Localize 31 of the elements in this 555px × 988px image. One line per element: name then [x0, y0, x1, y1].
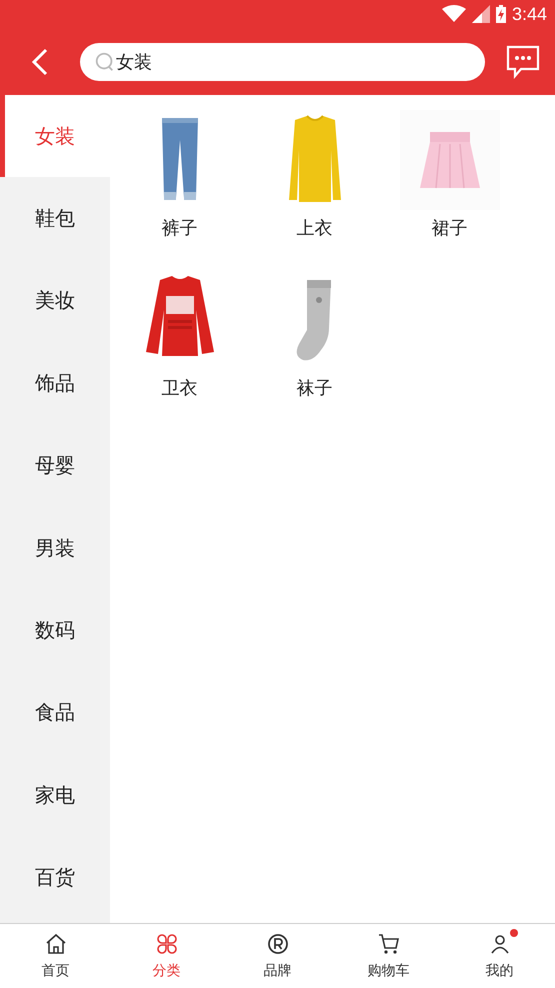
- search-icon: [94, 50, 116, 72]
- category-item[interactable]: 食品: [0, 672, 110, 754]
- category-item[interactable]: 数码: [0, 589, 110, 672]
- wifi-icon: [442, 5, 466, 23]
- battery-charging-icon: [496, 5, 506, 23]
- registered-icon: [266, 932, 290, 956]
- tab-item[interactable]: 购物车: [333, 924, 444, 988]
- signal-icon: [472, 5, 490, 23]
- product-label[interactable]: 袜子: [296, 376, 332, 400]
- product-label[interactable]: 裤子: [162, 216, 198, 240]
- category-item[interactable]: 母婴: [0, 424, 110, 507]
- home-icon: [44, 932, 68, 956]
- clock-time: 3:44: [512, 4, 547, 24]
- product-label[interactable]: 卫衣: [162, 376, 198, 400]
- category-item[interactable]: 百货: [0, 836, 110, 919]
- category-item[interactable]: 饰品: [0, 342, 110, 425]
- tab-item[interactable]: 分类: [111, 924, 222, 988]
- category-item[interactable]: 女装: [0, 95, 110, 178]
- product-label[interactable]: 裙子: [432, 216, 468, 240]
- category-item[interactable]: 鞋包: [0, 177, 110, 260]
- category-item[interactable]: 美妆: [0, 260, 110, 342]
- category-item[interactable]: 家电: [0, 754, 110, 837]
- chat-icon[interactable]: [505, 44, 541, 80]
- tab-item[interactable]: 首页: [0, 924, 111, 988]
- category-item[interactable]: 男装: [0, 506, 110, 590]
- clover-icon: [154, 932, 178, 956]
- tab-item[interactable]: 品牌: [222, 924, 333, 988]
- tab-item[interactable]: 我的: [444, 924, 555, 988]
- product-label[interactable]: 上衣: [296, 216, 332, 240]
- search-field[interactable]: 女装: [80, 42, 485, 80]
- cart-icon: [376, 932, 400, 956]
